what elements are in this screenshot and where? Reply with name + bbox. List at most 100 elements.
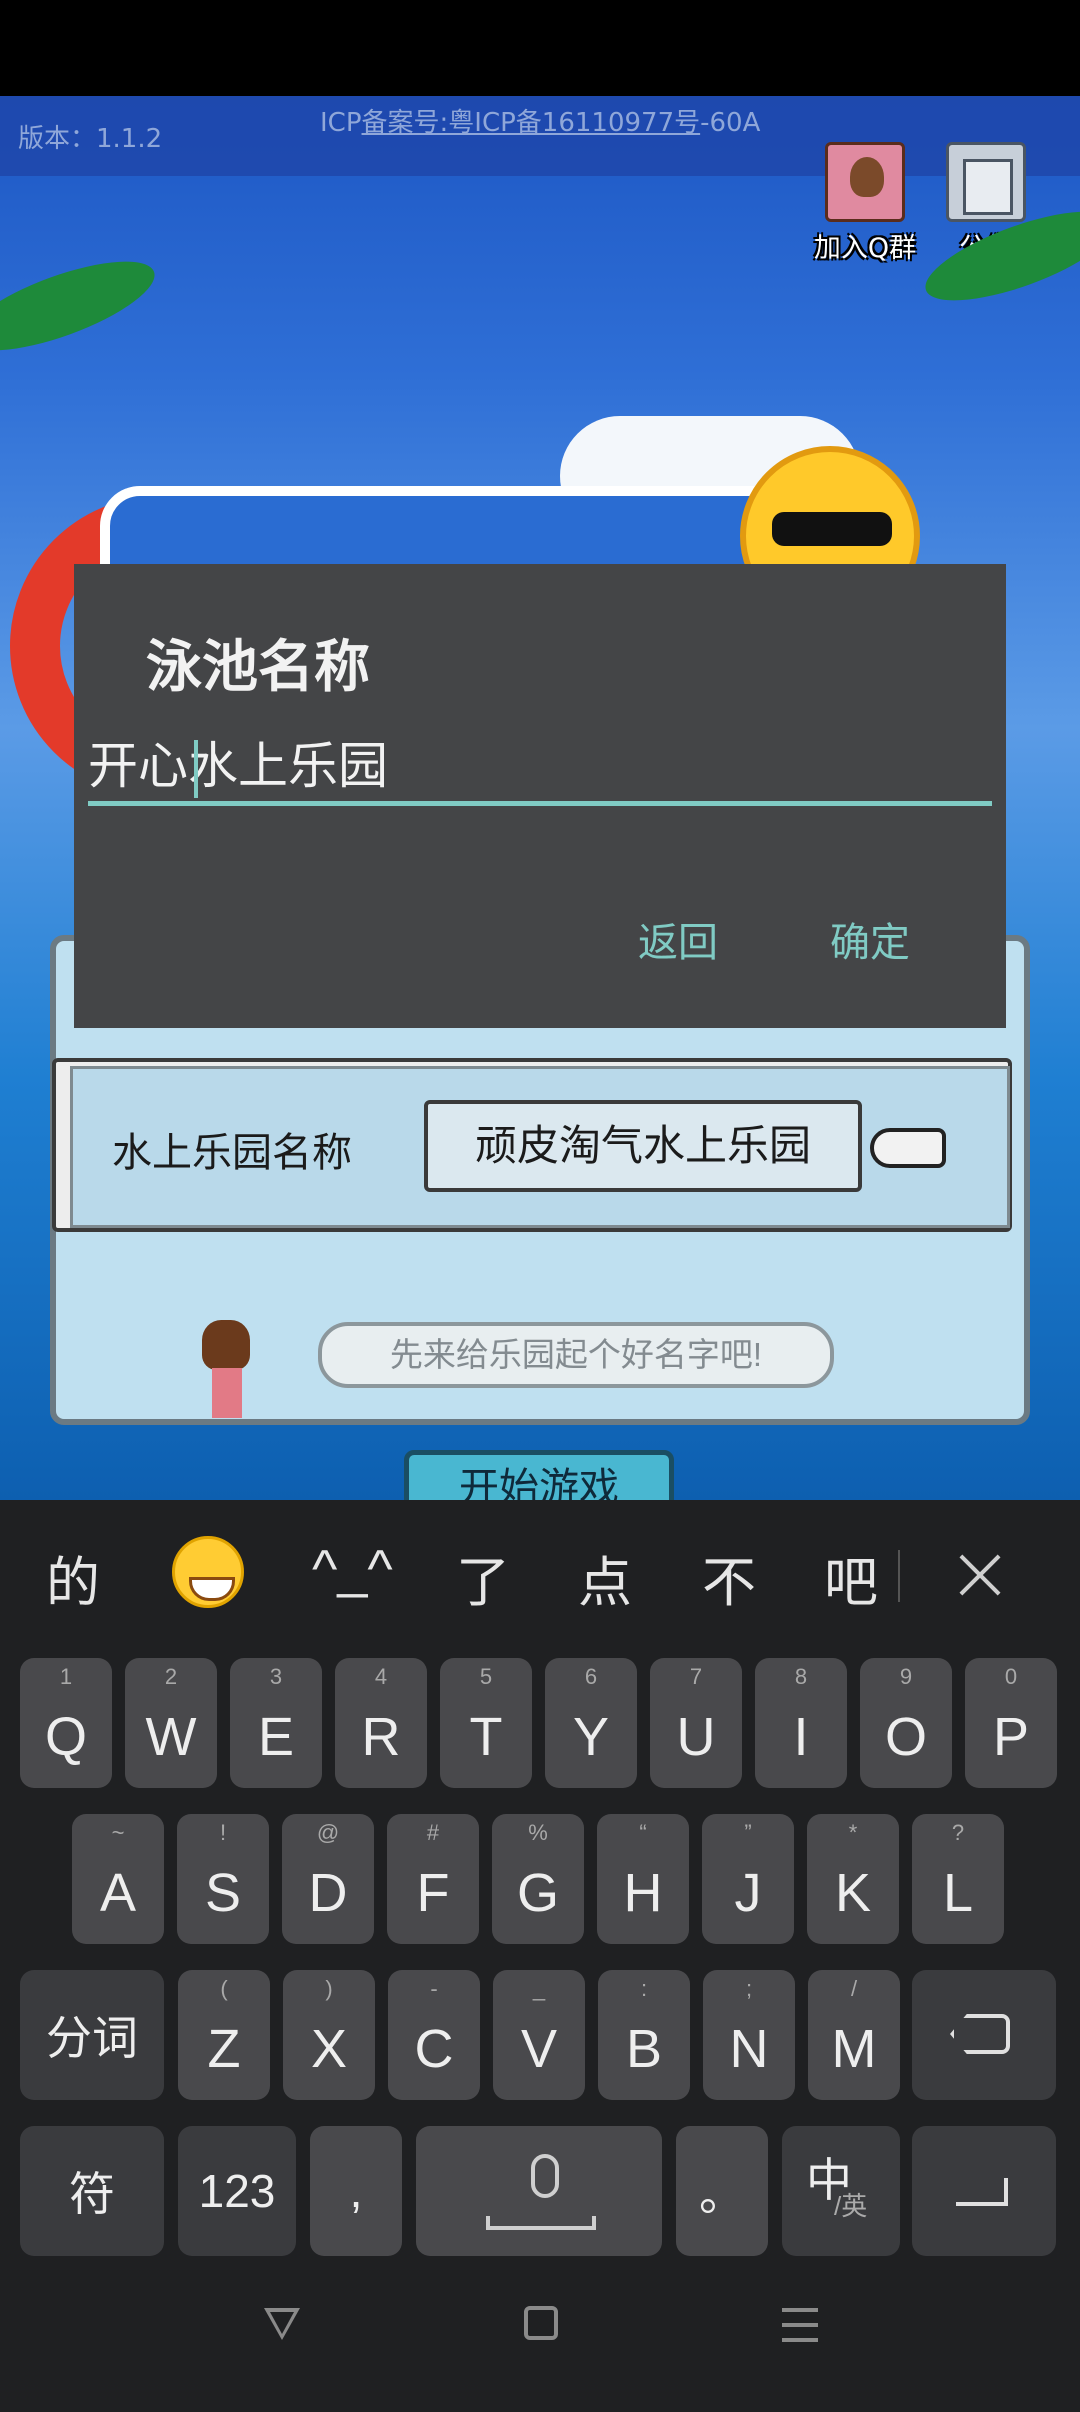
key-hint: 4 [374, 1664, 388, 1689]
key-letter: I [793, 1707, 809, 1767]
key-letter: H [623, 1863, 663, 1923]
ime-keyboard: 的 ^_^ 了 点 不 吧 1 Q 2 W 3 E 4 R 5 T 6 Y 7 U 8 I 9 O 0 P ~ A! S @ D… [0, 1500, 1080, 2260]
key-letter: V [520, 2019, 558, 2079]
key-letter: R [361, 1707, 401, 1767]
key-hint: ( [220, 1976, 228, 2001]
symbol-key[interactable]: 符 [20, 2126, 164, 2256]
key-hint: / [850, 1976, 858, 2001]
backspace-icon [950, 2014, 1010, 2054]
key-hint: ” [744, 1820, 752, 1845]
key-letter: U [676, 1707, 716, 1767]
dialog-title: 泳池名称 [146, 635, 370, 698]
candidate-item[interactable]: 点 [578, 1538, 632, 1617]
nav-home-icon[interactable] [524, 2306, 558, 2340]
key-e[interactable]: 3E [230, 1658, 322, 1788]
candidate-item[interactable]: 了 [456, 1538, 510, 1617]
candidate-item[interactable]: 的 [46, 1538, 100, 1617]
key-z[interactable]: (Z [178, 1970, 270, 2100]
key-letter: O [884, 1707, 927, 1767]
candidate-item[interactable]: ^_^ [312, 1538, 393, 1600]
join-qq-button[interactable]: 加入Q群 [810, 142, 920, 264]
key-hint: 2 [164, 1664, 178, 1689]
icp-link[interactable]: 备案号:粤ICP备16110977号 [362, 108, 701, 138]
key-g[interactable]: % G [492, 1814, 584, 1944]
key-letter: E [257, 1707, 295, 1767]
pool-name-input[interactable]: 开心水上乐园 [88, 734, 992, 806]
key-m[interactable]: / M [808, 1970, 900, 2100]
key-k[interactable]: * K [807, 1814, 899, 1944]
key-letter: F [416, 1863, 450, 1923]
grinning-face-emoji-icon[interactable] [172, 1536, 244, 1608]
notice-document-icon [946, 142, 1026, 222]
key-w[interactable]: 2W [125, 1658, 217, 1788]
key-c[interactable]: -C [388, 1970, 480, 2100]
key-hint: 3 [269, 1664, 283, 1689]
key-hint: 9 [899, 1664, 913, 1689]
key-l[interactable]: ? L [912, 1814, 1004, 1944]
key-i[interactable]: 8I [755, 1658, 847, 1788]
key-d[interactable]: @ D [282, 1814, 374, 1944]
key-f[interactable]: # F [387, 1814, 479, 1944]
key-hint: 0 [1004, 1664, 1018, 1689]
girl-character [196, 1320, 256, 1420]
key-letter: G [516, 1863, 559, 1923]
language-switch-key[interactable]: 中/英 [782, 2126, 900, 2256]
candidate-item[interactable]: 不 [702, 1538, 756, 1617]
space-key[interactable] [416, 2126, 662, 2256]
lang-sub-label: /英 [834, 2191, 868, 2221]
key-hint: 5 [479, 1664, 493, 1689]
enter-key[interactable] [912, 2126, 1056, 2256]
key-label: 123 [198, 2165, 276, 2217]
join-qq-label: 加入Q群 [813, 233, 917, 264]
key-b[interactable]: :B [598, 1970, 690, 2100]
key-letter: A [99, 1863, 137, 1923]
speech-bubble: 先来给乐园起个好名字吧! [318, 1322, 834, 1388]
key-letter: P [992, 1707, 1030, 1767]
key-hint: : [640, 1976, 648, 2001]
nav-menu-icon[interactable] [782, 2308, 818, 2342]
candidate-bar: 的 ^_^ 了 点 不 吧 [0, 1500, 1080, 1656]
candidate-separator [898, 1550, 900, 1602]
key-hint: 6 [584, 1664, 598, 1689]
key-r[interactable]: 4R [335, 1658, 427, 1788]
period-key[interactable]: 。 [676, 2126, 768, 2256]
key-t[interactable]: 5T [440, 1658, 532, 1788]
fenci-key[interactable]: 分词 [20, 1970, 164, 2100]
nav-back-icon[interactable] [264, 2308, 300, 2340]
key-hint: ! [219, 1820, 227, 1845]
icp-label[interactable]: ICP备案号:粤ICP备16110977号-60A [320, 102, 760, 139]
palm-decoration [0, 243, 165, 369]
key-p[interactable]: 0P [965, 1658, 1057, 1788]
key-letter: Z [207, 2019, 241, 2079]
key-s[interactable]: ! S [177, 1814, 269, 1944]
close-icon[interactable] [956, 1550, 1006, 1600]
park-name-label: 水上乐园名称 [112, 1131, 352, 1175]
key-hint: _ [532, 1976, 546, 2001]
key-letter: X [310, 2019, 348, 2079]
key-a[interactable]: ~ A [72, 1814, 164, 1944]
icp-prefix: ICP [320, 108, 362, 138]
comma-key[interactable]: , [310, 2126, 402, 2256]
key-y[interactable]: 6Y [545, 1658, 637, 1788]
key-hint: 1 [59, 1664, 73, 1689]
back-button[interactable]: 返回 [638, 910, 718, 968]
key-u[interactable]: 7U [650, 1658, 742, 1788]
number-key[interactable]: 123 [178, 2126, 296, 2256]
park-name-field[interactable]: 顽皮淘气水上乐园 [424, 1100, 862, 1192]
key-o[interactable]: 9O [860, 1658, 952, 1788]
navigation-bar [0, 2260, 1080, 2412]
key-x[interactable]: ) X [283, 1970, 375, 2100]
key-hint: “ [639, 1820, 647, 1845]
key-v[interactable]: _ V [493, 1970, 585, 2100]
backspace-key[interactable] [912, 1970, 1056, 2100]
candidate-item[interactable]: 吧 [824, 1538, 878, 1617]
ok-button[interactable]: 确定 [830, 910, 910, 968]
key-h[interactable]: “H [597, 1814, 689, 1944]
key-label: 分词 [46, 2012, 138, 2064]
icp-suffix: -60A [700, 108, 761, 138]
key-j[interactable]: ” J [702, 1814, 794, 1944]
key-label: , [349, 2165, 363, 2217]
key-q[interactable]: 1Q [20, 1658, 112, 1788]
key-n[interactable]: ; N [703, 1970, 795, 2100]
space-icon [486, 2216, 596, 2230]
